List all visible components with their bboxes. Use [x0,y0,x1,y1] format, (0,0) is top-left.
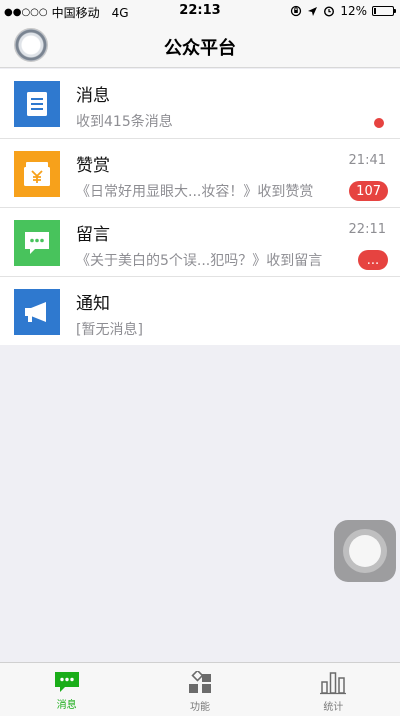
assistive-touch-core [349,535,381,567]
tab-label: 消息 [56,700,77,711]
unread-count-badge: 107 [349,181,388,201]
status-right: 12% [290,4,396,18]
grid-icon [188,671,211,693]
list-item-appreciation[interactable]: 赞赏 21:41 《日常好用显眼大...妆容！》收到赞赏 107 [0,138,400,207]
nav-bar: 公众平台 [0,22,400,68]
unread-dot [374,118,384,128]
list-item-messages[interactable]: 消息 收到415条消息 [0,69,400,138]
row-time: 22:11 [348,222,386,237]
tab-features[interactable]: 功能 [133,663,266,716]
comments-tile [14,220,60,266]
megaphone-icon [25,302,46,322]
list-item-comments[interactable]: 留言 22:11 《关于美白的5个误...犯吗？》收到留言 ... [0,207,400,276]
list-item-notifications[interactable]: 通知 [暂无消息] [0,276,400,345]
tab-label: 功能 [189,702,210,713]
row-subtitle: 《关于美白的5个误...犯吗？》收到留言 [76,253,323,269]
notifications-tile [14,289,60,335]
tab-label: 统计 [323,702,344,713]
tab-messages[interactable]: 消息 [0,663,133,716]
chat-icon [54,672,79,692]
assistive-touch-button[interactable] [334,520,396,582]
unread-more-badge: ... [358,250,388,270]
battery-icon [372,6,396,16]
row-title: 留言 [76,225,110,245]
status-bar: ●●○○○ 中国移动 4G 22:13 12% [0,0,400,22]
money-box-icon [24,162,50,186]
message-list: 消息 收到415条消息 赞赏 21:41 《日常好用显眼大...妆容！》收到赞赏… [0,69,400,345]
chat-bubble-icon [25,232,49,254]
messages-tile [14,81,60,127]
appreciation-tile [14,151,60,197]
row-subtitle: 收到415条消息 [76,114,173,130]
row-time: 21:41 [348,153,386,168]
page-title: 公众平台 [164,38,236,59]
alarm-icon [324,6,335,17]
row-subtitle: 《日常好用显眼大...妆容！》收到赞赏 [76,184,314,200]
tab-statistics[interactable]: 统计 [267,663,400,716]
document-icon [27,92,47,116]
assistive-touch-ring [343,529,387,573]
location-arrow-icon [308,6,318,16]
tab-bar: 消息 功能 统计 [0,662,400,716]
row-title: 赞赏 [76,156,110,176]
row-title: 通知 [76,294,110,314]
bar-chart-icon [320,672,347,695]
row-title: 消息 [76,86,110,106]
orientation-lock-icon [291,5,302,17]
battery-percentage: 12% [340,4,367,18]
battery-fill [374,8,377,14]
row-subtitle: [暂无消息] [76,322,143,338]
